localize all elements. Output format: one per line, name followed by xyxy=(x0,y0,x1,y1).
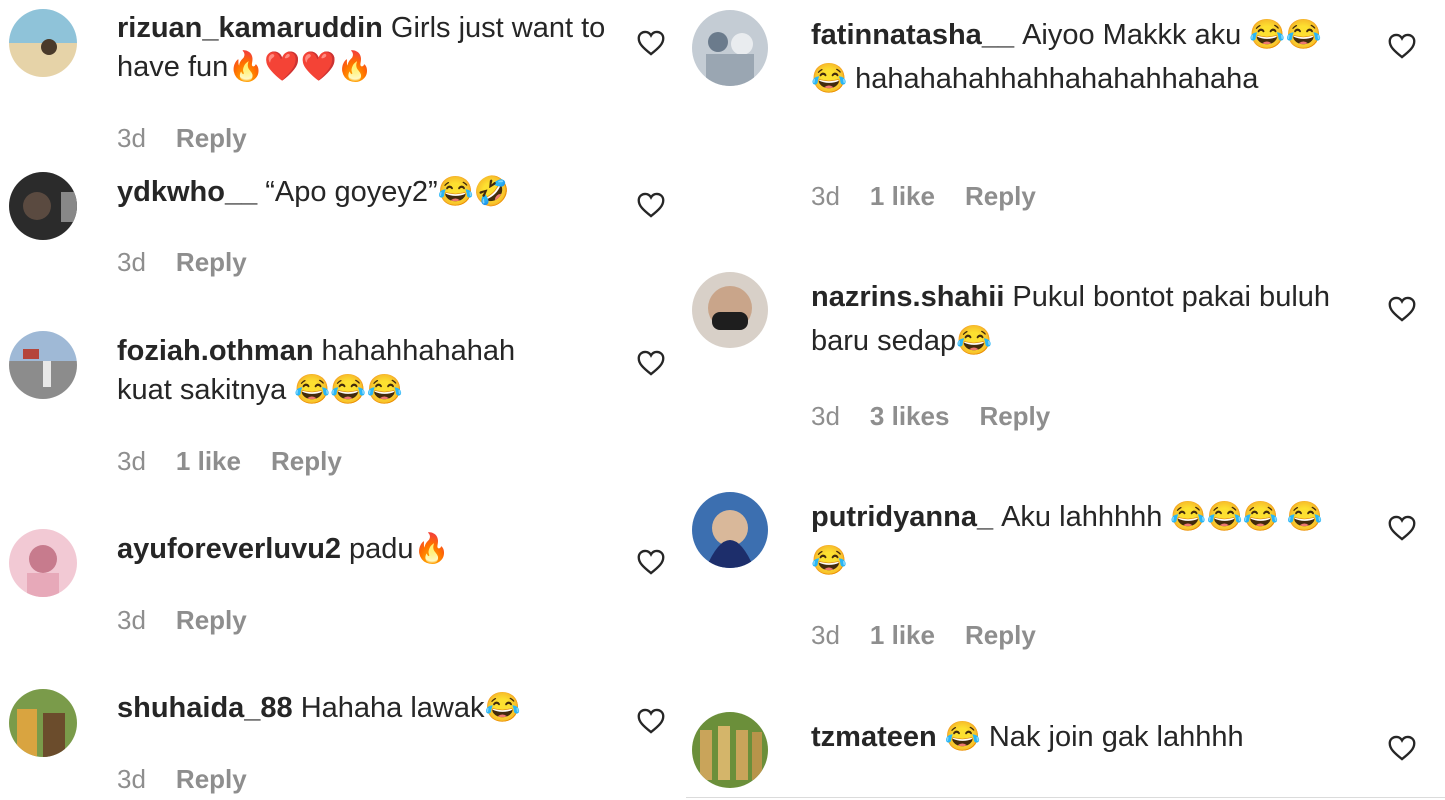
likes-count[interactable]: 1 like xyxy=(870,181,935,211)
comment-time[interactable]: 3d xyxy=(811,401,840,431)
comment-time[interactable]: 3d xyxy=(811,620,840,650)
comment-time[interactable]: 3d xyxy=(117,446,146,476)
reply-button[interactable]: Reply xyxy=(271,446,342,476)
avatar[interactable] xyxy=(9,9,77,77)
like-heart-icon[interactable] xyxy=(1388,735,1416,761)
comment-username[interactable]: putridyanna_ xyxy=(811,501,993,533)
comment-text-block: nazrins.shahii Pukul bontot pakai buluh b… xyxy=(811,275,1351,363)
comment-time[interactable]: 3d xyxy=(117,123,146,153)
avatar[interactable] xyxy=(9,172,77,240)
comment-time[interactable]: 3d xyxy=(117,764,146,794)
comment-meta: 3d 3 likes Reply xyxy=(811,401,1050,431)
comment-username[interactable]: shuhaida_88 xyxy=(117,692,293,724)
comment-time[interactable]: 3d xyxy=(811,181,840,211)
reply-button[interactable]: Reply xyxy=(176,123,247,153)
comment-text-block: foziah.othman hahahhahahah kuat sakitnya … xyxy=(117,332,557,410)
comment-username[interactable]: tzmateen xyxy=(811,721,937,753)
comment-body: padu🔥 xyxy=(349,533,450,565)
reply-button[interactable]: Reply xyxy=(965,181,1036,211)
comment-text-block: ayuforeverluvu2 padu🔥 xyxy=(117,530,617,569)
comment-username[interactable]: foziah.othman xyxy=(117,335,314,367)
comment-time[interactable]: 3d xyxy=(117,247,146,277)
comment-text-block: ydkwho__ “Apo goyey2”😂🤣 xyxy=(117,173,617,212)
likes-count[interactable]: 3 likes xyxy=(870,401,950,431)
like-heart-icon[interactable] xyxy=(637,708,665,734)
comment-meta: 3d Reply xyxy=(117,605,247,635)
comment-text-block: rizuan_kamaruddin Girls just want to have… xyxy=(117,9,617,87)
comment-username[interactable]: fatinnatasha__ xyxy=(811,19,1014,51)
comment-meta: 3d 1 like Reply xyxy=(811,620,1036,650)
comment-text-block: fatinnatasha__ Aiyoo Makkk aku 😂😂😂 hahaha… xyxy=(811,13,1351,101)
comment-body: Hahaha lawak😂 xyxy=(300,692,521,724)
comment-body: 😂 Nak join gak lahhhh xyxy=(944,721,1244,753)
like-heart-icon[interactable] xyxy=(1388,296,1416,322)
reply-button[interactable]: Reply xyxy=(176,764,247,794)
likes-count[interactable]: 1 like xyxy=(870,620,935,650)
comment-text-block: tzmateen 😂 Nak join gak lahhhh xyxy=(811,715,1351,759)
like-heart-icon[interactable] xyxy=(637,549,665,575)
like-heart-icon[interactable] xyxy=(637,30,665,56)
comment-username[interactable]: rizuan_kamaruddin xyxy=(117,12,383,44)
reply-button[interactable]: Reply xyxy=(965,620,1036,650)
like-heart-icon[interactable] xyxy=(637,192,665,218)
comment-text-block: putridyanna_ Aku lahhhhh 😂😂😂 😂😂 xyxy=(811,495,1351,583)
divider xyxy=(686,797,1445,798)
comment-meta: 3d Reply xyxy=(117,123,247,153)
comment-username[interactable]: nazrins.shahii xyxy=(811,281,1004,313)
comment-text-block: shuhaida_88 Hahaha lawak😂 xyxy=(117,689,617,728)
likes-count[interactable]: 1 like xyxy=(176,446,241,476)
comment-meta: 3d 1 like Reply xyxy=(117,446,342,476)
like-heart-icon[interactable] xyxy=(637,350,665,376)
comment-body: “Apo goyey2”😂🤣 xyxy=(265,176,510,208)
comment-username[interactable]: ayuforeverluvu2 xyxy=(117,533,341,565)
avatar[interactable] xyxy=(9,529,77,597)
avatar[interactable] xyxy=(692,492,768,568)
comment-meta: 3d Reply xyxy=(117,764,247,794)
like-heart-icon[interactable] xyxy=(1388,515,1416,541)
reply-button[interactable]: Reply xyxy=(176,605,247,635)
avatar[interactable] xyxy=(9,689,77,757)
comment-time[interactable]: 3d xyxy=(117,605,146,635)
avatar[interactable] xyxy=(692,10,768,86)
like-heart-icon[interactable] xyxy=(1388,33,1416,59)
avatar[interactable] xyxy=(692,272,768,348)
comment-meta: 3d Reply xyxy=(117,247,247,277)
comment-meta: 3d 1 like Reply xyxy=(811,181,1036,211)
reply-button[interactable]: Reply xyxy=(176,247,247,277)
comment-username[interactable]: ydkwho__ xyxy=(117,176,257,208)
reply-button[interactable]: Reply xyxy=(979,401,1050,431)
avatar[interactable] xyxy=(9,331,77,399)
avatar[interactable] xyxy=(692,712,768,788)
